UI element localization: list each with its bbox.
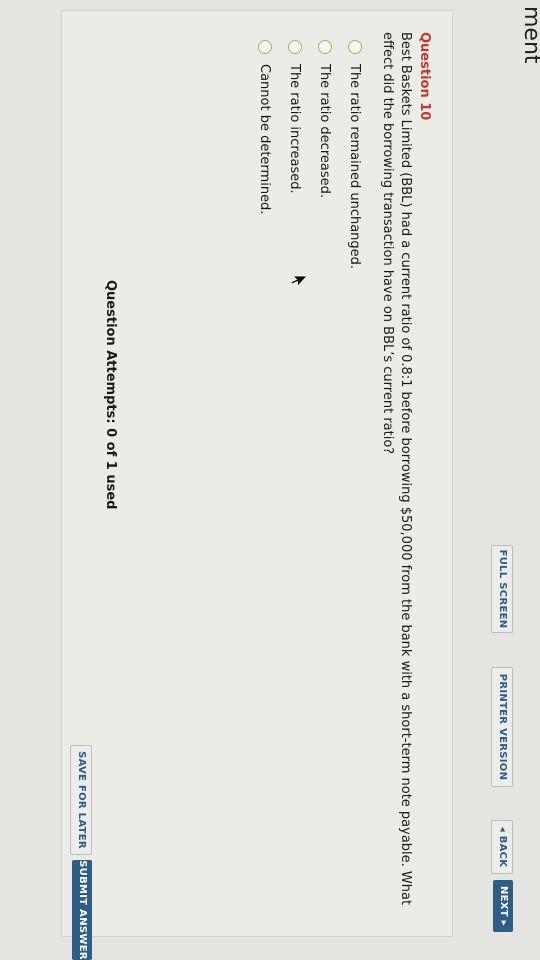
save-for-later-button[interactable]: SAVE FOR LATER	[70, 745, 92, 855]
option-label: The ratio decreased.	[317, 64, 333, 198]
option-label: The ratio remained unchanged.	[347, 64, 363, 270]
radio-button[interactable]	[318, 40, 332, 54]
next-button[interactable]: NEXT ▸	[493, 880, 513, 932]
full-screen-button[interactable]: FULL SCREEN	[491, 545, 513, 633]
printer-version-button[interactable]: PRINTER VERSION	[491, 667, 513, 787]
mouse-cursor-icon	[290, 275, 308, 288]
assignment-page: ment FULL SCREEN PRINTER VERSION ◂ BACK …	[0, 0, 540, 960]
answer-option[interactable]: Cannot be determined.	[250, 40, 280, 269]
radio-button[interactable]	[348, 40, 362, 54]
question-attempts: Question Attempts: 0 of 1 used	[103, 280, 118, 510]
question-text: Best Baskets Limited (BBL) had a current…	[380, 32, 413, 906]
option-label: The ratio increased.	[287, 64, 303, 194]
back-button[interactable]: ◂ BACK	[491, 820, 513, 874]
option-label: Cannot be determined.	[257, 64, 273, 215]
radio-button[interactable]	[258, 40, 272, 54]
answer-option[interactable]: The ratio remained unchanged.	[340, 40, 370, 269]
answer-options: The ratio remained unchanged. The ratio …	[250, 40, 370, 269]
submit-answer-button[interactable]: SUBMIT ANSWER	[72, 860, 92, 960]
question-heading: Question 10	[417, 32, 432, 121]
answer-option[interactable]: The ratio increased.	[280, 40, 310, 269]
radio-button[interactable]	[288, 40, 302, 54]
answer-option[interactable]: The ratio decreased.	[310, 40, 340, 269]
question-toolbar: FULL SCREEN PRINTER VERSION ◂ BACK NEXT …	[460, 0, 540, 960]
